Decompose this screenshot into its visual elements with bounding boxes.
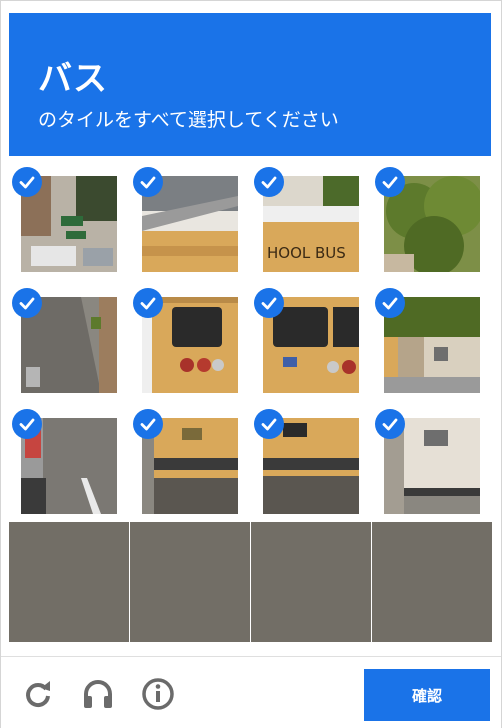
captcha-tile[interactable]: [251, 522, 371, 642]
headphones-icon[interactable]: [81, 677, 115, 711]
checkmark-icon: [133, 409, 163, 439]
captcha-dialog: バス のタイルをすべて選択してください HOOL BUS 確認: [0, 0, 502, 728]
captcha-tile[interactable]: HOOL BUS: [251, 159, 371, 279]
checkmark-icon: [12, 288, 42, 318]
captcha-tile[interactable]: [130, 522, 250, 642]
checkmark-icon: [12, 409, 42, 439]
checkmark-icon: [375, 167, 405, 197]
captcha-tile[interactable]: [9, 401, 129, 521]
captcha-tile[interactable]: [130, 280, 250, 400]
captcha-tile[interactable]: [9, 522, 129, 642]
checkmark-icon: [254, 167, 284, 197]
checkmark-icon: [12, 167, 42, 197]
checkmark-icon: [375, 288, 405, 318]
tile-image: [372, 522, 492, 642]
instruction-header: バス のタイルをすべて選択してください: [9, 13, 491, 156]
captcha-tile[interactable]: [372, 522, 492, 642]
tile-grid: HOOL BUS: [9, 159, 492, 646]
tile-image: [251, 522, 371, 642]
info-icon[interactable]: [141, 677, 175, 711]
captcha-tile[interactable]: [130, 159, 250, 279]
checkmark-icon: [133, 288, 163, 318]
checkmark-icon: [133, 167, 163, 197]
checkmark-icon: [254, 409, 284, 439]
captcha-tile[interactable]: [251, 280, 371, 400]
verify-button[interactable]: 確認: [364, 669, 490, 721]
captcha-tile[interactable]: [9, 159, 129, 279]
target-object-title: バス: [38, 59, 108, 99]
checkmark-icon: [375, 409, 405, 439]
captcha-footer: 確認: [1, 656, 501, 728]
captcha-tile[interactable]: [251, 401, 371, 521]
captcha-tile[interactable]: [130, 401, 250, 521]
captcha-tile[interactable]: [372, 159, 492, 279]
captcha-tile[interactable]: [9, 280, 129, 400]
tile-image: [130, 522, 250, 642]
svg-text:HOOL BUS: HOOL BUS: [267, 244, 346, 262]
captcha-tile[interactable]: [372, 401, 492, 521]
reload-icon[interactable]: [21, 677, 55, 711]
captcha-tile[interactable]: [372, 280, 492, 400]
tile-image: [9, 522, 129, 642]
instruction-text: のタイルをすべて選択してください: [38, 109, 339, 131]
checkmark-icon: [254, 288, 284, 318]
